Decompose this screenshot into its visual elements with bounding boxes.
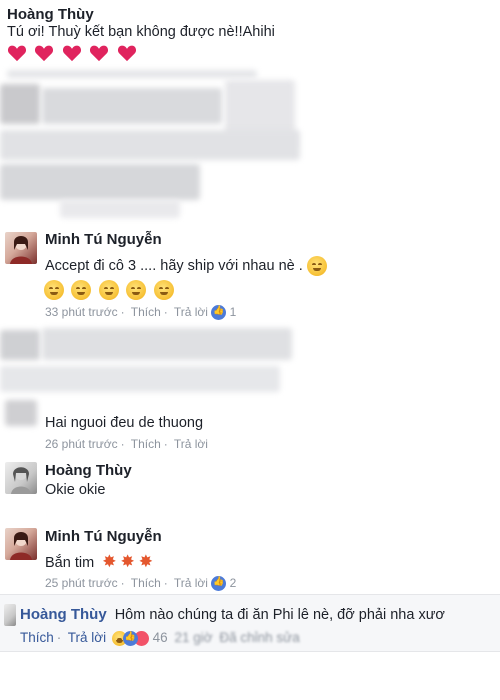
smile-emoji-icon [306, 256, 327, 276]
avatar[interactable] [5, 400, 37, 426]
comment-time[interactable]: 21 giờ [174, 630, 212, 645]
comment-time[interactable]: 33 phút trước [45, 305, 118, 319]
comment-meta: 25 phút trước· Thích· Trả lời 2 [45, 576, 237, 592]
avatar[interactable] [5, 462, 37, 494]
like-link[interactable]: Thích [131, 576, 161, 590]
bottom-comment-meta: Thích· Trả lời 46 21 giờ Đã chỉnh sửa [20, 630, 300, 646]
comment-time[interactable]: 25 phút trước [45, 576, 118, 590]
smile-emoji-icon [44, 280, 64, 300]
heart-icon [90, 45, 109, 62]
sparkle-heart-emoji-icon: ✸ [120, 552, 135, 571]
reply-link[interactable]: Trả lời [174, 437, 208, 451]
comment-text: Hai nguoi đeu de thuong [45, 415, 204, 431]
like-link[interactable]: Thích [131, 437, 161, 451]
like-link[interactable]: Thích [131, 305, 161, 319]
like-reaction-icon[interactable] [211, 576, 227, 592]
post-author[interactable]: Hoàng Thùy [7, 6, 94, 23]
comment-meta: 33 phút trước· Thích· Trả lời 1 [45, 305, 237, 321]
bottom-comment-line: Hoàng Thùy Hôm nào chúng ta đi ăn Phi lê… [20, 606, 445, 623]
comment-text: Bắn tim ✸ ✸ ✸ [45, 552, 153, 572]
sparkle-heart-emoji-icon: ✸ [102, 552, 117, 571]
comment-text: Hôm nào chúng ta đi ăn Phi lê nè, đỡ phả… [114, 607, 445, 623]
blurred-post-meta [7, 70, 257, 78]
heart-icon [35, 45, 54, 62]
smile-emoji-icon [98, 280, 119, 300]
sparkle-heart-emoji-icon: ✸ [138, 552, 153, 571]
comment-author[interactable]: Hoàng Thùy [20, 606, 107, 623]
edited-label[interactable]: Đã chỉnh sửa [219, 630, 299, 645]
comment-author[interactable]: Minh Tú Nguyễn [45, 231, 162, 248]
reply-link[interactable]: Trả lời [174, 576, 208, 590]
heart-icon [117, 45, 136, 62]
like-reaction-icon[interactable] [211, 305, 227, 321]
comment-author[interactable]: Minh Tú Nguyễn [45, 528, 162, 545]
reply-link[interactable]: Trả lời [174, 305, 208, 319]
comment-time[interactable]: 26 phút trước [45, 437, 118, 451]
smile-emoji-icon [71, 280, 92, 300]
avatar[interactable] [4, 604, 16, 626]
comment-text-content: Bắn tim [45, 555, 95, 571]
comment-text: Okie okie [45, 482, 106, 498]
reaction-count[interactable]: 2 [230, 576, 237, 590]
blurred-comment-block [0, 322, 300, 397]
smile-emoji-icon [126, 280, 147, 300]
comment-meta: 26 phút trước · Thích · Trả lời [45, 437, 208, 451]
comment-author[interactable]: Hoàng Thùy [45, 462, 132, 479]
emoji-row [44, 280, 177, 300]
avatar[interactable] [5, 528, 37, 560]
heart-icon [62, 45, 81, 62]
comment-text: Accept đi cô 3 .... hãy ship với nhau nè… [45, 256, 330, 276]
post-text: Tú ơi! Thuỳ kết bạn không được nè!!Ahihi [7, 24, 275, 40]
blurred-comment-block [0, 80, 310, 220]
smile-emoji-icon [153, 280, 174, 300]
reaction-count[interactable]: 1 [230, 305, 237, 319]
heart-icon [7, 45, 27, 62]
reaction-icons[interactable] [111, 630, 153, 646]
reaction-count[interactable]: 46 [153, 630, 168, 645]
like-link[interactable]: Thích [20, 630, 54, 645]
reply-link[interactable]: Trả lời [68, 630, 106, 645]
avatar[interactable] [5, 232, 37, 264]
like-reaction-icon [122, 630, 138, 646]
comment-text-content: Accept đi cô 3 .... hãy ship với nhau nè… [45, 257, 303, 274]
heart-row [7, 44, 140, 67]
